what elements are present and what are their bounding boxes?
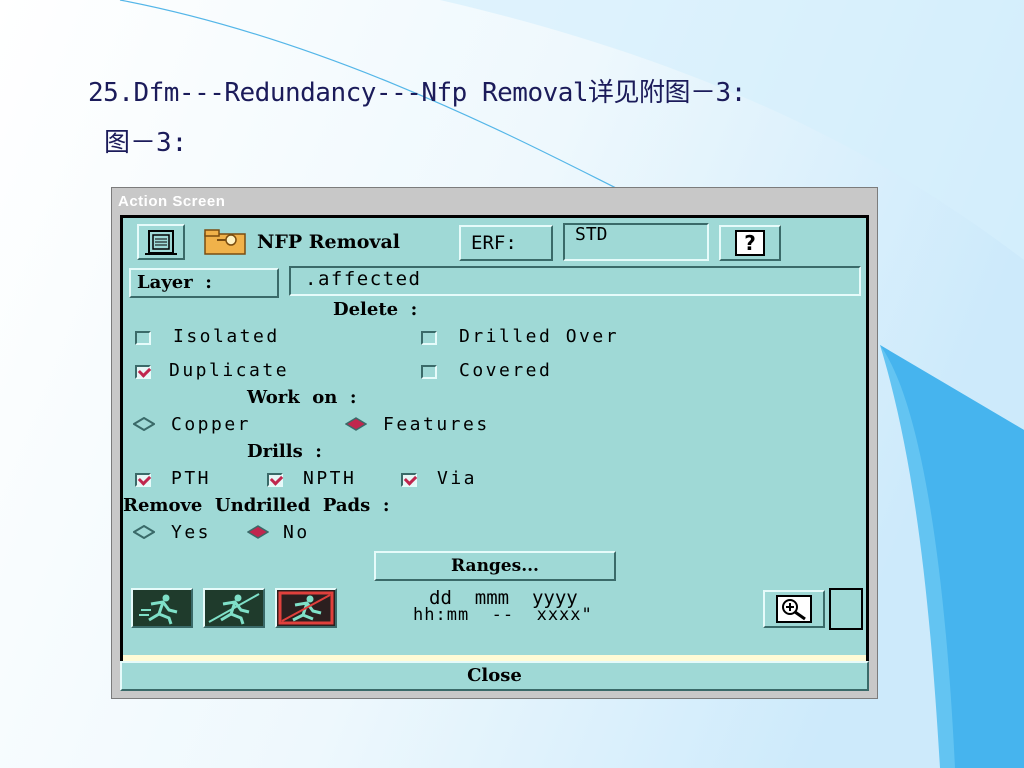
runner-icon — [133, 590, 191, 626]
covered-checkbox[interactable] — [421, 365, 437, 379]
isolated-label: Isolated — [173, 326, 280, 347]
runner-stop-icon — [277, 590, 335, 626]
pth-label: PTH — [171, 468, 212, 489]
indicator-box — [829, 588, 863, 630]
run-selected-button[interactable] — [203, 588, 265, 628]
delete-header: Delete : — [333, 299, 418, 320]
work-on-header: Work on : — [247, 387, 357, 408]
window-title: Action Screen — [118, 193, 226, 210]
nfp-action-icon — [204, 229, 246, 255]
no-label: No — [283, 522, 310, 543]
no-radio[interactable] — [247, 525, 269, 539]
stop-run-button[interactable] — [275, 588, 337, 628]
screen-menu-button[interactable] — [137, 224, 185, 260]
drilled-over-label: Drilled Over — [459, 326, 620, 347]
duplicate-label: Duplicate — [169, 360, 290, 381]
ranges-button[interactable]: Ranges... — [374, 551, 616, 581]
action-screen-window: Action Screen NFP Removal ERF: STD ? Lay… — [111, 187, 878, 699]
remove-undrilled-header: Remove Undrilled Pads : — [123, 495, 390, 516]
action-panel-inner: NFP Removal ERF: STD ? Layer : .affected… — [123, 218, 866, 655]
action-panel: NFP Removal ERF: STD ? Layer : .affected… — [120, 215, 869, 685]
erf-button[interactable]: ERF: — [459, 225, 553, 261]
help-button[interactable]: ? — [719, 225, 781, 261]
drilled-over-checkbox[interactable] — [421, 331, 437, 345]
slide-title: 25.Dfm---Redundancy---Nfp Removal详见附图－3: — [88, 78, 746, 108]
via-label: Via — [437, 468, 478, 489]
zoom-in-icon — [776, 595, 812, 623]
yes-label: Yes — [171, 522, 212, 543]
covered-label: Covered — [459, 360, 553, 381]
npth-checkbox[interactable] — [267, 473, 283, 487]
run-button[interactable] — [131, 588, 193, 628]
duplicate-checkbox[interactable] — [135, 365, 151, 379]
screen-icon — [145, 230, 177, 255]
layer-button[interactable]: Layer : — [129, 268, 279, 298]
runner-crossed-icon — [205, 590, 263, 626]
isolated-checkbox[interactable] — [135, 331, 151, 345]
features-radio[interactable] — [345, 417, 367, 431]
action-name: NFP Removal — [257, 231, 400, 253]
help-icon: ? — [735, 230, 765, 256]
features-label: Features — [383, 414, 490, 435]
drills-header: Drills : — [247, 441, 322, 462]
slide-subtitle: 图－3: — [104, 128, 188, 158]
copper-radio[interactable] — [133, 417, 155, 431]
copper-label: Copper — [171, 414, 252, 435]
erf-value-field[interactable]: STD — [563, 223, 709, 261]
via-checkbox[interactable] — [401, 473, 417, 487]
time-format: hh:mm -- xxxx" — [413, 605, 593, 625]
yes-radio[interactable] — [133, 525, 155, 539]
npth-label: NPTH — [303, 468, 357, 489]
pth-checkbox[interactable] — [135, 473, 151, 487]
close-button[interactable]: Close — [120, 661, 869, 691]
zoom-button[interactable] — [763, 590, 825, 628]
layer-input[interactable]: .affected — [289, 266, 861, 296]
